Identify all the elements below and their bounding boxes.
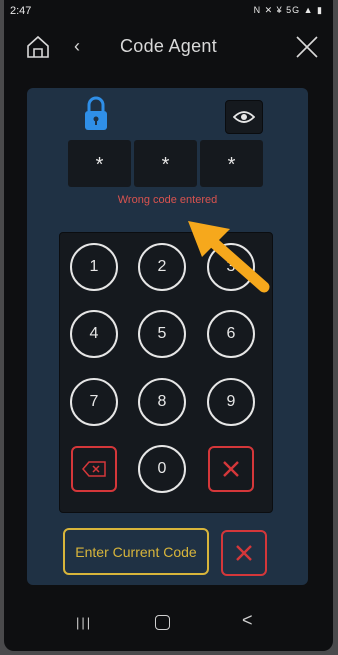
code-slot: * [68,140,131,187]
key-3[interactable]: 3 [207,243,255,291]
code-slot: * [200,140,263,187]
enter-current-code-button[interactable]: Enter Current Code [63,528,209,575]
key-2[interactable]: 2 [138,243,186,291]
clear-button[interactable] [208,446,254,492]
recent-apps-button[interactable]: ||| [76,615,92,630]
page-title: Code Agent [119,36,218,56]
key-4[interactable]: 4 [70,310,118,358]
code-slot: * [134,140,197,187]
show-code-eye-button[interactable] [225,100,263,134]
cancel-x-icon [236,545,252,561]
top-bar: ‹ Code Agent [4,22,333,74]
key-5[interactable]: 5 [138,310,186,358]
key-8[interactable]: 8 [138,378,186,426]
eye-icon [233,111,255,123]
keypad: 1 2 3 4 5 6 7 8 9 0 [59,232,273,513]
back-button[interactable]: < [242,610,253,631]
status-icons: N ✕ ¥ 5G ▲ ▮ [253,5,323,15]
status-bar: 2:47 N ✕ ¥ 5G ▲ ▮ [4,0,333,22]
key-6[interactable]: 6 [207,310,255,358]
close-icon[interactable] [295,35,319,59]
status-time: 2:47 [10,5,32,17]
key-1[interactable]: 1 [70,243,118,291]
cancel-button[interactable] [221,530,267,576]
lock-icon [83,95,109,133]
code-slots: * * * [68,140,263,187]
key-7[interactable]: 7 [70,378,118,426]
key-9[interactable]: 9 [207,378,255,426]
phone-screen: 2:47 N ✕ ¥ 5G ▲ ▮ ‹ Code Agent * * * Wro… [4,0,333,651]
backspace-button[interactable] [71,446,117,492]
key-0[interactable]: 0 [138,445,186,493]
backspace-icon [82,461,106,477]
android-nav-bar: ||| < [4,598,333,646]
clear-x-icon [223,461,239,477]
home-button[interactable] [155,615,170,630]
error-message: Wrong code entered [117,194,218,206]
code-panel: * * * Wrong code entered 1 2 3 4 5 6 7 8… [27,88,308,585]
